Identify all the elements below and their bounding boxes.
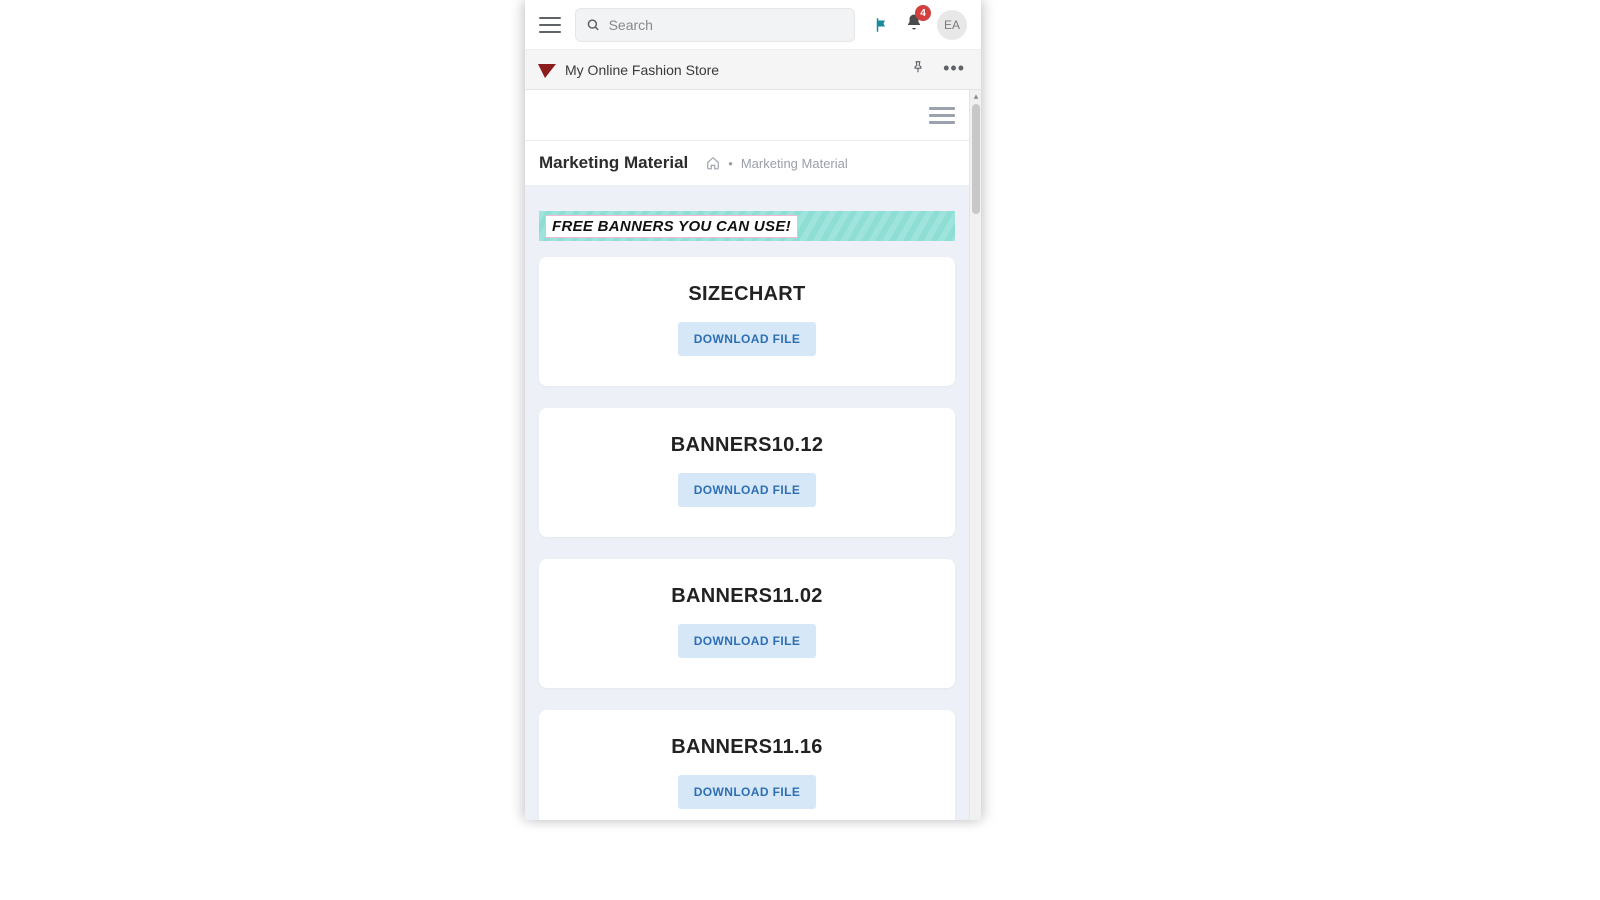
pin-button[interactable]	[907, 56, 929, 83]
page-head: Marketing Material • Marketing Material	[525, 140, 969, 185]
avatar[interactable]: EA	[937, 10, 967, 40]
notifications-button[interactable]: 4	[905, 13, 923, 36]
content-scroll[interactable]: Marketing Material • Marketing Material …	[525, 90, 969, 820]
search-input[interactable]	[609, 17, 844, 33]
menu-button[interactable]	[535, 10, 565, 40]
file-card-title: SIZECHART	[555, 283, 939, 306]
sub-header	[525, 90, 969, 140]
promo-banner: FREE BANNERS YOU CAN USE!	[539, 211, 955, 241]
file-card-title: BANNERS11.16	[555, 736, 939, 759]
breadcrumb: • Marketing Material	[706, 156, 848, 171]
search-icon	[586, 17, 601, 33]
download-button[interactable]: DOWNLOAD FILE	[678, 322, 817, 356]
file-card: BANNERS11.16 DOWNLOAD FILE	[539, 710, 955, 820]
more-button[interactable]: •••	[939, 57, 969, 83]
download-button[interactable]: DOWNLOAD FILE	[678, 775, 817, 809]
pin-icon	[911, 60, 925, 74]
flag-icon[interactable]	[873, 16, 891, 34]
breadcrumb-current: Marketing Material	[741, 156, 848, 171]
download-button[interactable]: DOWNLOAD FILE	[678, 473, 817, 507]
search-box[interactable]	[575, 8, 855, 42]
home-icon[interactable]	[706, 156, 720, 170]
title-bar: My Online Fashion Store •••	[525, 50, 981, 90]
page-title: Marketing Material	[539, 153, 688, 173]
top-bar: 4 EA	[525, 0, 981, 50]
file-card-title: BANNERS10.12	[555, 434, 939, 457]
download-button[interactable]: DOWNLOAD FILE	[678, 624, 817, 658]
app-frame: 4 EA My Online Fashion Store ••• Market	[525, 0, 981, 820]
content-wrap: Marketing Material • Marketing Material …	[525, 90, 981, 820]
notification-badge: 4	[915, 5, 931, 21]
promo-banner-text: FREE BANNERS YOU CAN USE!	[545, 215, 798, 238]
scrollbar[interactable]: ▴	[969, 90, 981, 820]
panel-menu-button[interactable]	[929, 104, 955, 126]
app-title: My Online Fashion Store	[565, 62, 897, 78]
scroll-thumb[interactable]	[972, 104, 980, 214]
scroll-up-button[interactable]: ▴	[970, 90, 981, 102]
more-icon: •••	[943, 58, 965, 78]
file-card: SIZECHART DOWNLOAD FILE	[539, 257, 955, 386]
app-logo-icon	[537, 61, 555, 79]
file-card: BANNERS11.02 DOWNLOAD FILE	[539, 559, 955, 688]
file-card: BANNERS10.12 DOWNLOAD FILE	[539, 408, 955, 537]
breadcrumb-separator: •	[728, 156, 733, 171]
top-actions: 4 EA	[873, 10, 967, 40]
file-card-title: BANNERS11.02	[555, 585, 939, 608]
